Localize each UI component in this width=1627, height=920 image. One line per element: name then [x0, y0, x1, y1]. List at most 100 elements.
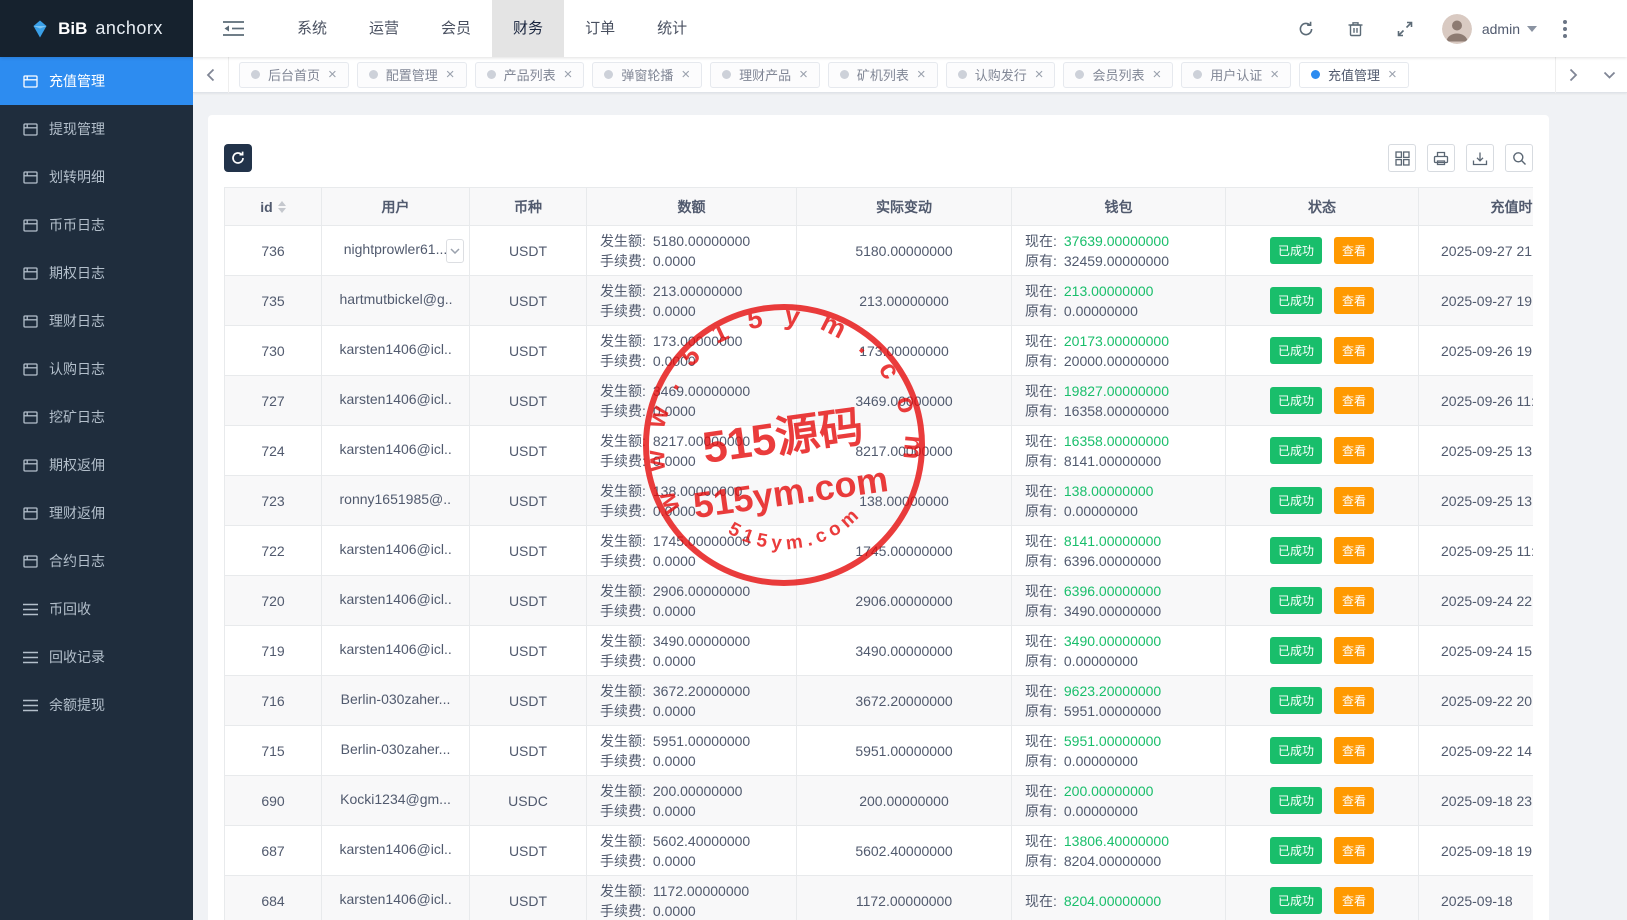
view-button[interactable]: 查看 [1334, 437, 1374, 464]
sidebar-item-5[interactable]: 理财日志 [0, 297, 193, 345]
view-button[interactable]: 查看 [1334, 587, 1374, 614]
sidebar-item-10[interactable]: 合约日志 [0, 537, 193, 585]
status-success-button[interactable]: 已成功 [1270, 837, 1322, 864]
print-icon[interactable] [1427, 144, 1455, 172]
status-success-button[interactable]: 已成功 [1270, 637, 1322, 664]
tab-close-icon[interactable]: × [328, 67, 337, 82]
sidebar-item-6[interactable]: 认购日志 [0, 345, 193, 393]
kv-value: 6396.00000000 [1064, 583, 1161, 599]
columns-icon[interactable] [1388, 144, 1416, 172]
sidebar-item-0[interactable]: 充值管理 [0, 57, 193, 105]
tabs-menu-icon[interactable] [1591, 57, 1627, 93]
tab-close-icon[interactable]: × [446, 67, 455, 82]
col-header-user: 用户 [322, 188, 470, 226]
tab-close-icon[interactable]: × [564, 67, 573, 82]
sidebar-item-9[interactable]: 理财返佣 [0, 489, 193, 537]
top-nav-item-5[interactable]: 统计 [636, 0, 708, 57]
sort-icons[interactable] [278, 201, 286, 213]
username-label[interactable]: admin [1482, 21, 1520, 37]
tabs-scroll-left-icon[interactable] [193, 57, 229, 93]
view-button[interactable]: 查看 [1334, 737, 1374, 764]
tab-close-icon[interactable]: × [681, 67, 690, 82]
kv-value: 0.00000000 [1064, 503, 1138, 519]
cell-status: 已成功查看 [1226, 476, 1419, 526]
sidebar-item-11[interactable]: 币回收 [0, 585, 193, 633]
sort-desc-icon[interactable] [278, 208, 286, 213]
sidebar-toggle-icon[interactable] [193, 0, 260, 57]
sort-asc-icon[interactable] [278, 201, 286, 206]
tab-1[interactable]: 配置管理× [357, 62, 467, 88]
tab-close-icon[interactable]: × [1270, 67, 1279, 82]
view-button[interactable]: 查看 [1334, 237, 1374, 264]
tab-5[interactable]: 矿机列表× [828, 62, 938, 88]
view-button[interactable]: 查看 [1334, 337, 1374, 364]
tab-3[interactable]: 弹窗轮播× [592, 62, 702, 88]
sidebar-item-1[interactable]: 提现管理 [0, 105, 193, 153]
tab-close-icon[interactable]: × [917, 67, 926, 82]
status-success-button[interactable]: 已成功 [1270, 387, 1322, 414]
sidebar-item-3[interactable]: 币币日志 [0, 201, 193, 249]
top-nav-item-0[interactable]: 系统 [276, 0, 348, 57]
top-nav-item-1[interactable]: 运营 [348, 0, 420, 57]
kv-label: 原有: [1025, 503, 1057, 519]
table-refresh-button[interactable] [224, 144, 252, 172]
tab-close-icon[interactable]: × [1152, 67, 1161, 82]
tab-dot-icon [369, 70, 378, 79]
user-dropdown-button[interactable] [446, 239, 464, 263]
tab-9[interactable]: 充值管理× [1299, 62, 1409, 88]
tabs-scroll-right-icon[interactable] [1555, 57, 1591, 93]
trash-icon[interactable] [1347, 20, 1364, 38]
status-success-button[interactable]: 已成功 [1270, 587, 1322, 614]
cell-coin: USDT [470, 226, 587, 276]
tab-close-icon[interactable]: × [799, 67, 808, 82]
sidebar-item-4[interactable]: 期权日志 [0, 249, 193, 297]
chevron-down-icon[interactable] [1527, 26, 1537, 32]
status-success-button[interactable]: 已成功 [1270, 487, 1322, 514]
status-success-button[interactable]: 已成功 [1270, 337, 1322, 364]
sidebar-item-2[interactable]: 划转明细 [0, 153, 193, 201]
view-button[interactable]: 查看 [1334, 387, 1374, 414]
status-success-button[interactable]: 已成功 [1270, 787, 1322, 814]
view-button[interactable]: 查看 [1334, 887, 1374, 914]
top-nav-item-4[interactable]: 订单 [564, 0, 636, 57]
status-success-button[interactable]: 已成功 [1270, 437, 1322, 464]
sidebar-item-8[interactable]: 期权返佣 [0, 441, 193, 489]
view-button[interactable]: 查看 [1334, 537, 1374, 564]
view-button[interactable]: 查看 [1334, 687, 1374, 714]
avatar[interactable] [1442, 14, 1472, 44]
tab-dot-icon [1311, 70, 1320, 79]
tab-7[interactable]: 会员列表× [1063, 62, 1173, 88]
status-success-button[interactable]: 已成功 [1270, 237, 1322, 264]
status-success-button[interactable]: 已成功 [1270, 287, 1322, 314]
refresh-icon[interactable] [1297, 20, 1315, 38]
sidebar-item-7[interactable]: 挖矿日志 [0, 393, 193, 441]
cell-user: karsten1406@icl... [322, 526, 470, 576]
tab-8[interactable]: 用户认证× [1181, 62, 1291, 88]
more-options-icon[interactable] [1563, 20, 1567, 38]
kv-label: 现在: [1025, 483, 1057, 499]
tab-0[interactable]: 后台首页× [239, 62, 349, 88]
export-icon[interactable] [1466, 144, 1494, 172]
panel-icon [23, 170, 38, 185]
status-success-button[interactable]: 已成功 [1270, 687, 1322, 714]
col-header-inner: 实际变动 [876, 197, 932, 217]
tab-close-icon[interactable]: × [1035, 67, 1044, 82]
tab-6[interactable]: 认购发行× [946, 62, 1056, 88]
tab-close-icon[interactable]: × [1388, 67, 1397, 82]
tab-2[interactable]: 产品列表× [475, 62, 585, 88]
view-button[interactable]: 查看 [1334, 487, 1374, 514]
top-nav-item-2[interactable]: 会员 [420, 0, 492, 57]
tab-4[interactable]: 理财产品× [710, 62, 820, 88]
status-success-button[interactable]: 已成功 [1270, 887, 1322, 914]
status-success-button[interactable]: 已成功 [1270, 537, 1322, 564]
top-nav-item-3[interactable]: 财务 [492, 0, 564, 57]
view-button[interactable]: 查看 [1334, 787, 1374, 814]
view-button[interactable]: 查看 [1334, 637, 1374, 664]
search-icon[interactable] [1505, 144, 1533, 172]
fullscreen-icon[interactable] [1396, 20, 1414, 38]
sidebar-item-12[interactable]: 回收记录 [0, 633, 193, 681]
sidebar-item-13[interactable]: 余额提现 [0, 681, 193, 729]
view-button[interactable]: 查看 [1334, 837, 1374, 864]
view-button[interactable]: 查看 [1334, 287, 1374, 314]
status-success-button[interactable]: 已成功 [1270, 737, 1322, 764]
